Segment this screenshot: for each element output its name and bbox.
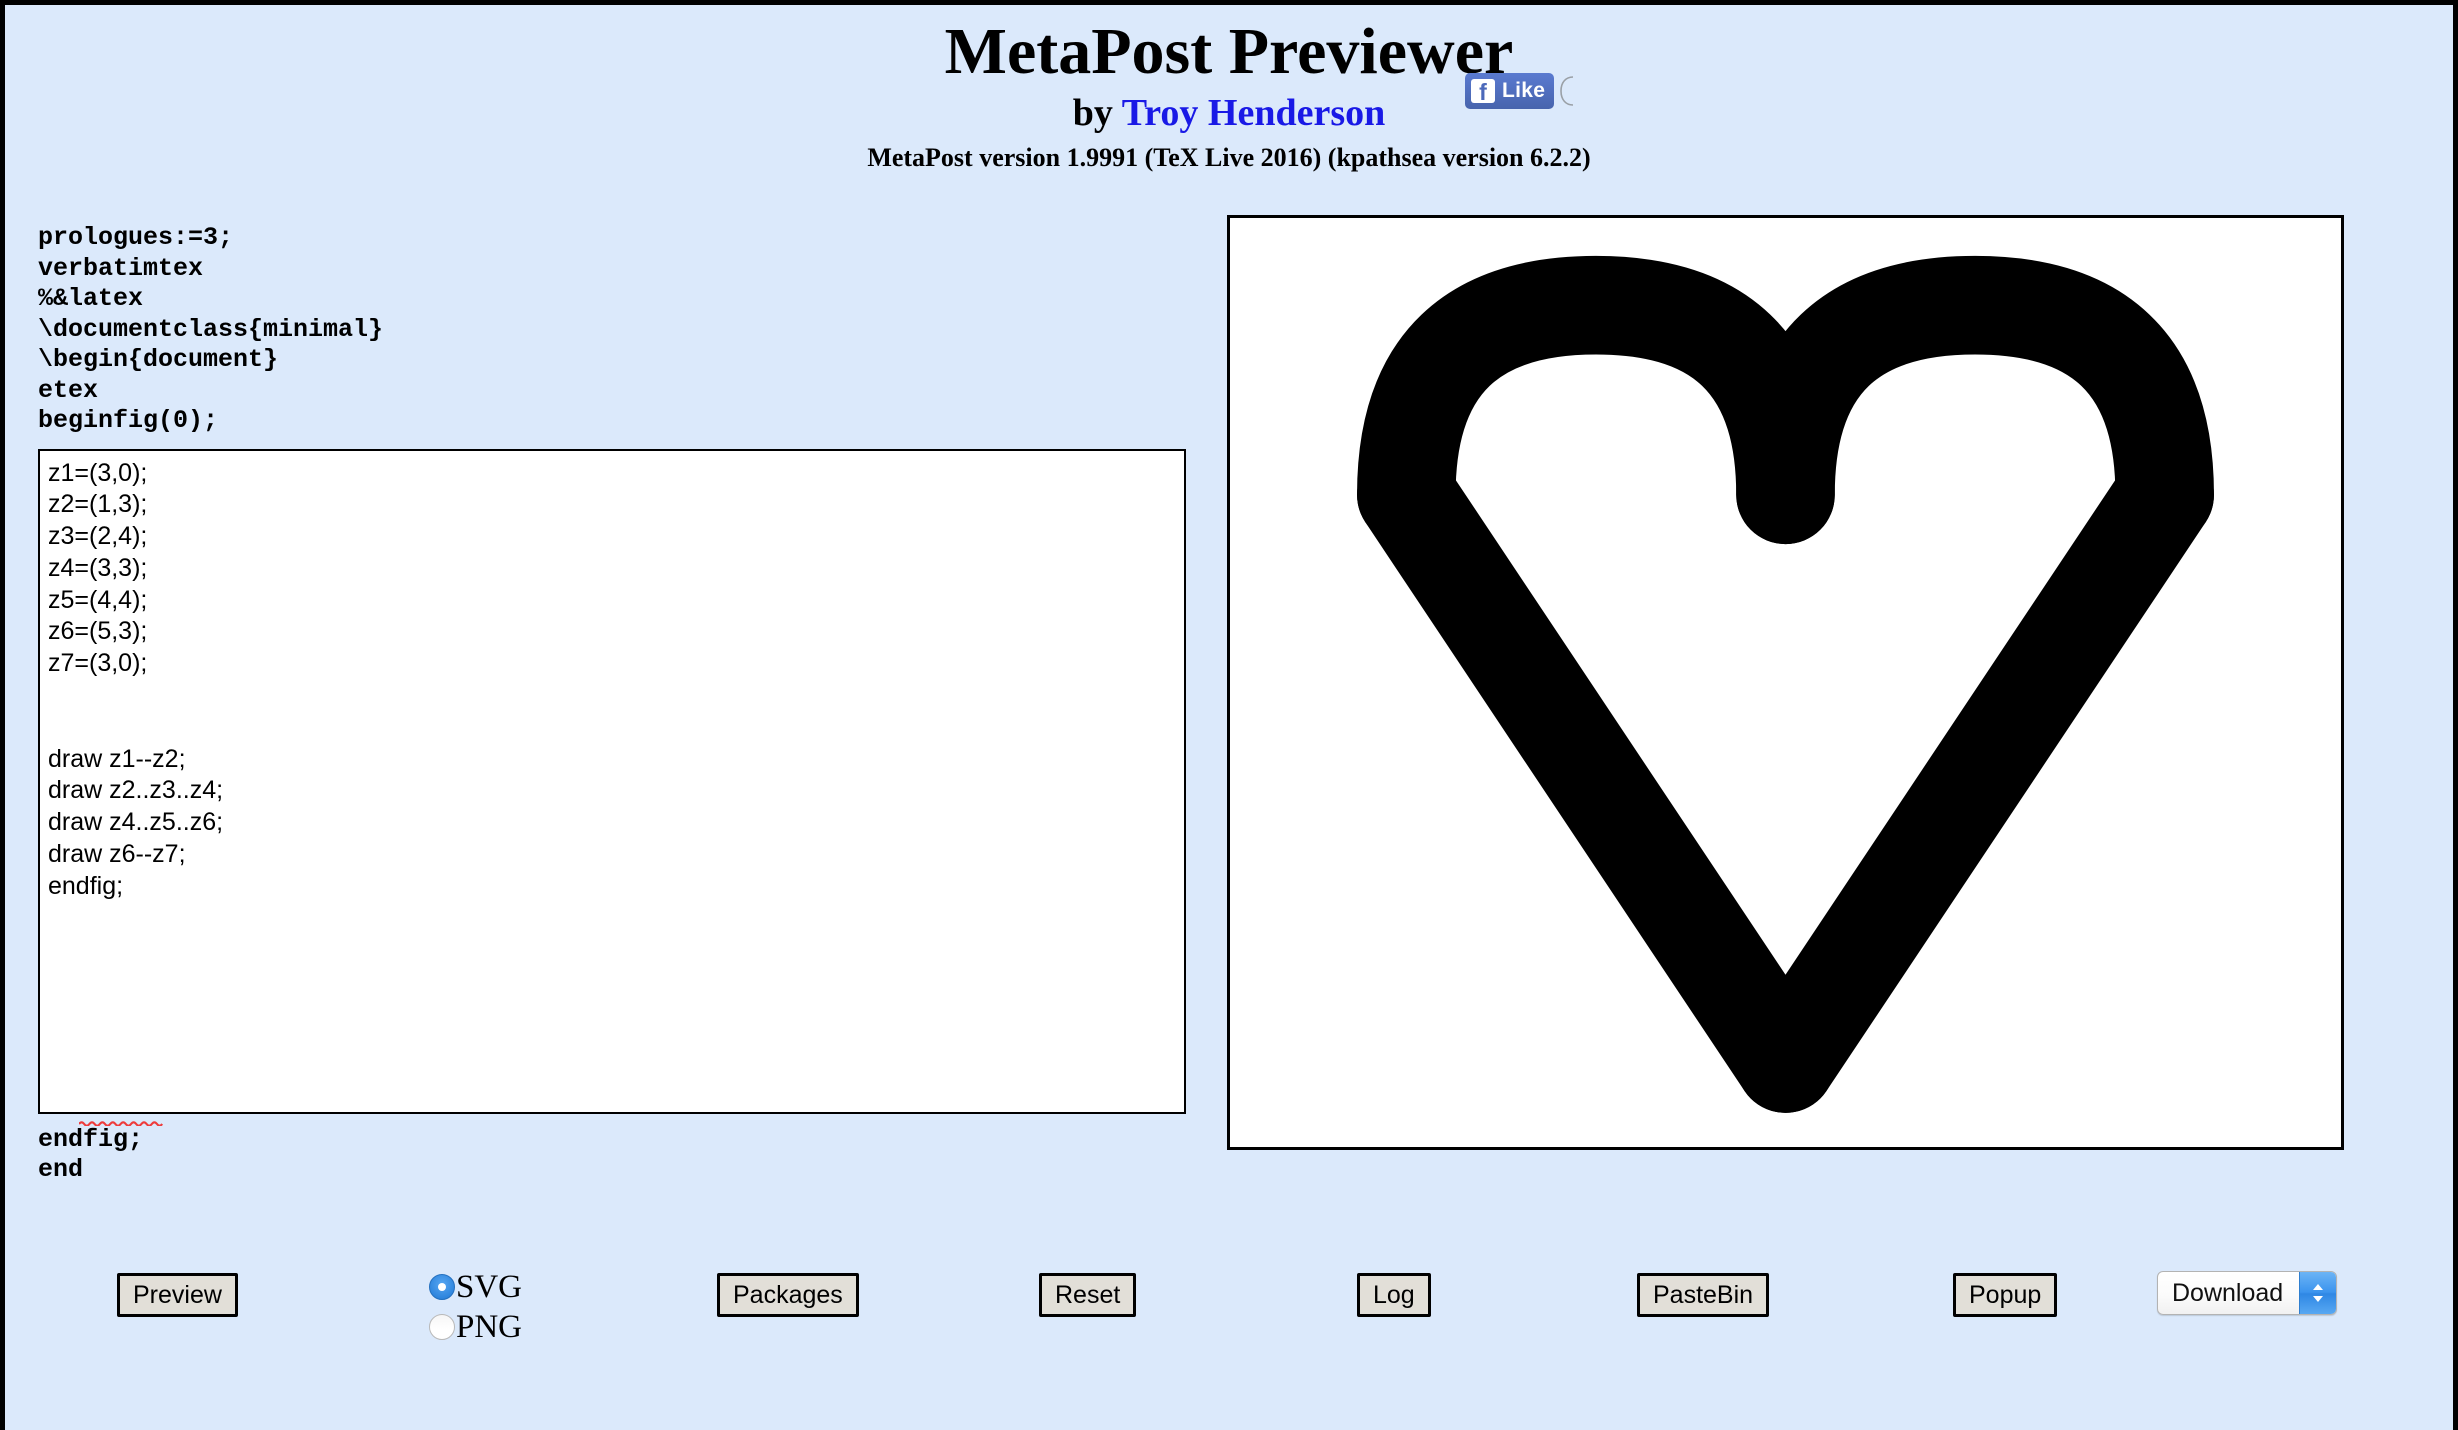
reset-button[interactable]: Reset — [1039, 1273, 1137, 1317]
facebook-logo-icon: f — [1471, 79, 1495, 103]
postamble-code: endfig; end — [38, 1124, 144, 1185]
page-title: MetaPost Previewer — [944, 15, 1514, 88]
source-editor-column: prologues:=3; verbatimtex %&latex \docum… — [38, 223, 1188, 1186]
format-label-png[interactable]: PNG — [456, 1310, 522, 1344]
chevron-updown-icon[interactable] — [2299, 1272, 2336, 1314]
format-option-png[interactable]: PNG — [429, 1307, 629, 1347]
app-page: MetaPost Previewer by Troy Henderson Met… — [0, 0, 2458, 1430]
preview-button[interactable]: Preview — [117, 1273, 238, 1317]
pastebin-button[interactable]: PasteBin — [1637, 1273, 1770, 1317]
packages-button[interactable]: Packages — [717, 1273, 859, 1317]
author-link[interactable]: Troy Henderson — [1122, 92, 1386, 134]
control-bar: Preview SVG PNG Packages Reset Log Paste… — [5, 1270, 2453, 1393]
heart-stroke-group — [1357, 255, 2214, 1113]
path-z1-z2 — [1357, 445, 1835, 1113]
speech-bubble-tail-icon — [1559, 76, 1575, 106]
log-button[interactable]: Log — [1357, 1273, 1431, 1317]
byline-prefix: by — [1072, 91, 1122, 134]
facebook-f-letter: f — [1479, 79, 1487, 103]
facebook-like-widget[interactable]: f Like — [1465, 71, 1575, 111]
download-select-label: Download — [2172, 1278, 2284, 1307]
path-z4-z5-z6 — [1736, 255, 2214, 545]
figure-code-textarea[interactable] — [38, 448, 1186, 1114]
path-z6-z7 — [1736, 445, 2214, 1113]
radio-svg-icon[interactable] — [429, 1274, 455, 1300]
page-header: MetaPost Previewer by Troy Henderson Met… — [5, 5, 2453, 172]
popup-button[interactable]: Popup — [1953, 1273, 2058, 1317]
output-format-radio-group: SVG PNG — [429, 1267, 629, 1347]
path-z2-z3-z4 — [1357, 255, 1835, 545]
format-label-svg[interactable]: SVG — [456, 1270, 522, 1304]
radio-png-icon[interactable] — [429, 1314, 455, 1340]
byline: by Troy Henderson — [5, 87, 2453, 135]
download-select[interactable]: Download — [2157, 1271, 2337, 1315]
figure-preview-pane — [1227, 215, 2344, 1150]
version-info: MetaPost version 1.9991 (TeX Live 2016) … — [867, 142, 1591, 172]
facebook-like-label: Like — [1502, 79, 1546, 102]
format-option-svg[interactable]: SVG — [429, 1267, 629, 1307]
metapost-figure-heart — [1357, 255, 2214, 1113]
preamble-code: prologues:=3; verbatimtex %&latex \docum… — [38, 223, 384, 435]
facebook-like-button[interactable]: f Like — [1465, 73, 1555, 109]
